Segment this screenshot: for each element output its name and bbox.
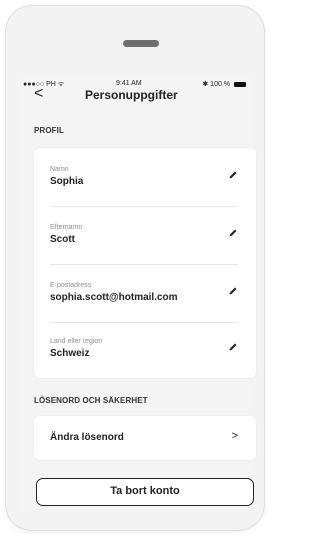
status-time: 9:41 AM xyxy=(116,80,142,87)
field-label: Land eller region xyxy=(50,338,103,345)
field-label: Efternamn xyxy=(50,224,83,231)
phone-speaker xyxy=(123,40,159,47)
battery-indicator: ✱ 100 % xyxy=(202,80,246,88)
change-password-label: Ändra lösenord xyxy=(50,432,124,443)
field-label: E-postadress xyxy=(50,282,92,289)
pencil-icon[interactable] xyxy=(228,228,238,238)
field-value: sophia.scott@hotmail.com xyxy=(50,292,178,303)
delete-account-button[interactable]: Ta bort konto xyxy=(36,478,254,506)
security-section-label: LÖSENORD OCH SÄKERHET xyxy=(34,396,148,405)
field-row-epost[interactable]: E-postadress sophia.scott@hotmail.com xyxy=(34,264,256,322)
field-row-efternamn[interactable]: Efternamn Scott xyxy=(34,206,256,264)
field-value: Sophia xyxy=(50,176,84,187)
field-row-land[interactable]: Land eller region Schweiz xyxy=(34,320,256,378)
field-row-namn[interactable]: Namn Sophia xyxy=(34,148,256,206)
battery-label: ✱ 100 % xyxy=(202,81,231,88)
profile-card: Namn Sophia Efternamn Scott E-postadress… xyxy=(34,148,256,378)
battery-icon xyxy=(234,81,246,87)
pencil-icon[interactable] xyxy=(228,342,238,352)
pencil-icon[interactable] xyxy=(228,286,238,296)
field-value: Scott xyxy=(50,234,75,245)
change-password-row[interactable]: Ändra lösenord > xyxy=(34,416,256,460)
page-title: Personuppgifter xyxy=(85,88,178,102)
profile-section-label: PROFIL xyxy=(34,126,64,135)
pencil-icon[interactable] xyxy=(228,170,238,180)
signal-indicator: ●●●○○ PH ᯤ xyxy=(23,81,65,88)
field-label: Namn xyxy=(50,166,69,173)
back-button[interactable]: < xyxy=(34,85,43,103)
chevron-right-icon: > xyxy=(231,430,238,442)
field-value: Schweiz xyxy=(50,348,90,359)
